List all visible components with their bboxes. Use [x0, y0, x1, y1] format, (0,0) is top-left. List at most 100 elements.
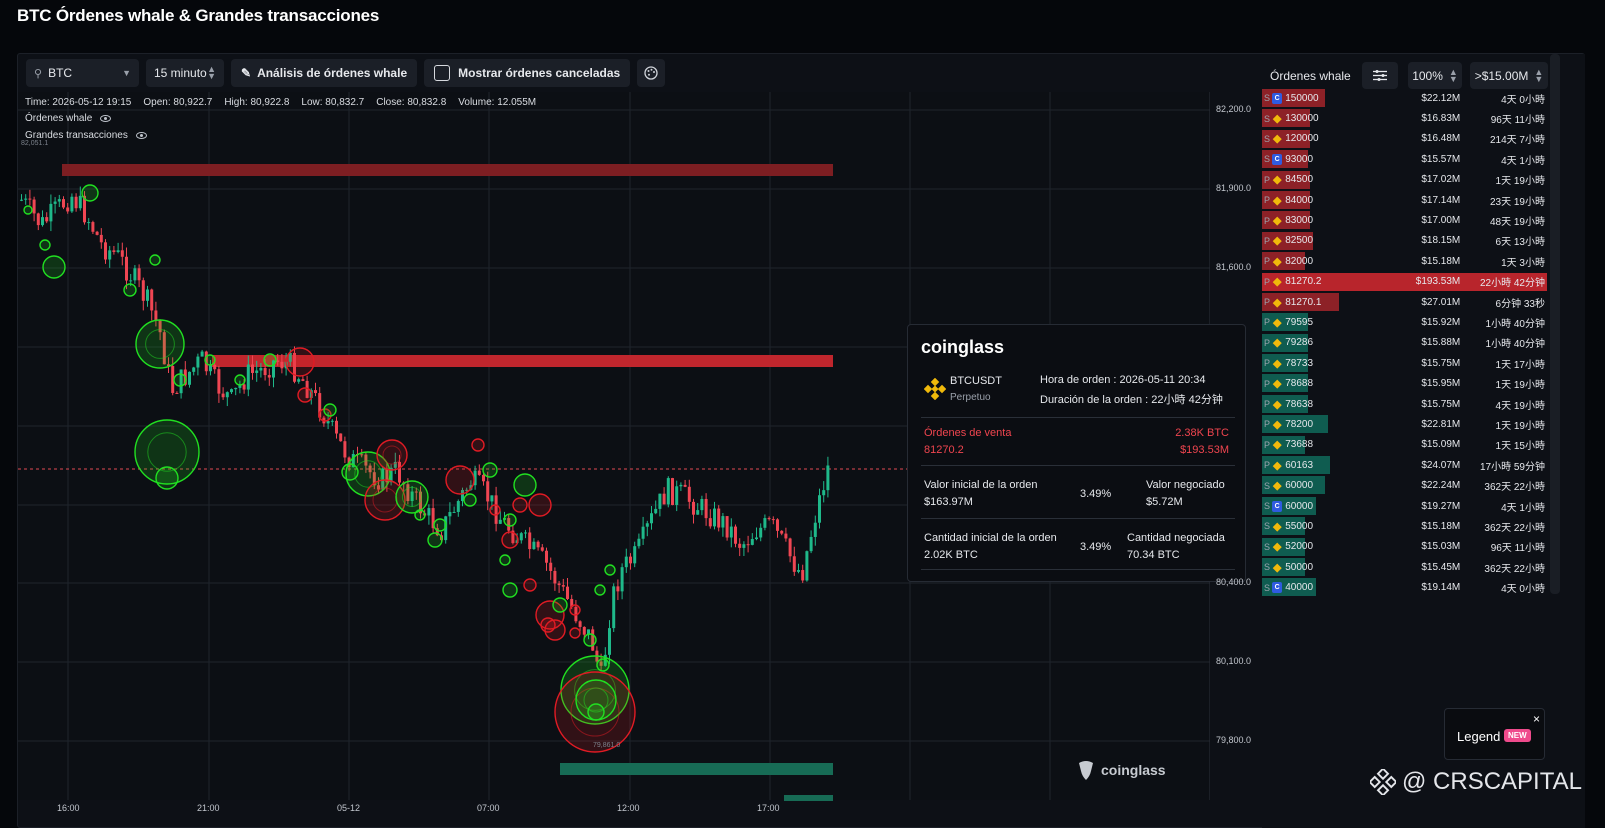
- order-row[interactable]: P ◆ 78733 $15.75M 1天 17小時: [1262, 353, 1547, 373]
- candle-body: [242, 384, 246, 390]
- candle-body: [822, 490, 826, 496]
- candle-body: [456, 501, 460, 512]
- order-value: $193.53M: [1415, 276, 1461, 288]
- order-row[interactable]: P ◆ 78638 $15.75M 4天 19小時: [1262, 394, 1547, 414]
- crscapital-watermark: @ CRSCAPITAL: [1370, 768, 1582, 796]
- order-row[interactable]: S ◆ 50000 $15.45M 362天 22小時: [1262, 557, 1547, 577]
- order-row[interactable]: S ◆ 60000 $22.24M 362天 22小時: [1262, 475, 1547, 495]
- candle-body: [809, 536, 813, 552]
- order-side: P: [1264, 399, 1271, 410]
- filter-button[interactable]: [1362, 62, 1398, 89]
- order-price: 84500: [1285, 174, 1314, 186]
- panel-scrollbar[interactable]: [1550, 54, 1560, 594]
- order-side: P: [1264, 235, 1271, 246]
- traded-value-label: Valor negociado: [1146, 479, 1225, 491]
- order-row[interactable]: P ◆ 81270.2 $193.53M 22小時 42分钟: [1262, 272, 1547, 292]
- order-value: $15.09M: [1421, 439, 1461, 451]
- order-row[interactable]: P ◆ 79595 $15.92M 1小時 40分钟: [1262, 312, 1547, 332]
- order-row[interactable]: S ◆ 130000 $16.83M 96天 11小時: [1262, 108, 1547, 128]
- order-price: 84000: [1285, 194, 1314, 206]
- binance-icon: ◆: [1272, 398, 1282, 411]
- initial-qty: 2.02K BTC: [924, 549, 978, 561]
- candle-body: [326, 421, 330, 424]
- order-row[interactable]: P ◆ 84000 $17.14M 23天 19小時: [1262, 190, 1547, 210]
- time-tick-label: 05-12: [337, 803, 361, 813]
- order-row[interactable]: P ◆ 60163 $24.07M 17小時 59分钟: [1262, 455, 1547, 475]
- order-tooltip: coinglass BTCUSDT Perpetuo Hora de orden…: [907, 324, 1246, 582]
- legend-popup[interactable]: Legend NEW ×: [1444, 708, 1545, 760]
- order-value: $15.45M: [1421, 561, 1461, 573]
- order-row[interactable]: P ◆ 82500 $18.15M 6天 13小時: [1262, 231, 1547, 251]
- tooltip-brand: coinglass: [921, 337, 1005, 357]
- order-row[interactable]: P ◆ 73688 $15.09M 1天 15小時: [1262, 435, 1547, 455]
- binance-icon: ◆: [1272, 296, 1282, 309]
- eye-icon[interactable]: [100, 115, 112, 122]
- candle-body: [339, 433, 343, 442]
- buy-trade-bubble: [173, 373, 187, 387]
- order-row[interactable]: P ◆ 81270.1 $27.01M 6分钟 33秒: [1262, 292, 1547, 312]
- sell-trade-bubble: [285, 347, 315, 377]
- order-row[interactable]: S C 150000 $22.12M 4天 0小時: [1262, 88, 1547, 108]
- percent-select[interactable]: 100% ▲ ▼: [1408, 62, 1462, 89]
- candle-body: [662, 493, 666, 505]
- order-side: S: [1264, 562, 1271, 573]
- panel-header: Órdenes whale 100% ▲ ▼ >$15.00M ▲ ▼: [1270, 62, 1548, 89]
- candle-body: [700, 498, 704, 511]
- candle-body: [448, 512, 452, 517]
- order-row[interactable]: S ◆ 55000 $15.18M 362天 22小時: [1262, 516, 1547, 536]
- order-duration: 4天 19小時: [1495, 400, 1545, 412]
- candle-body: [230, 389, 233, 393]
- order-row[interactable]: P ◆ 84500 $17.02M 1天 19小時: [1262, 170, 1547, 190]
- order-side: P: [1264, 439, 1271, 450]
- candle-body: [486, 481, 490, 502]
- binance-icon: ◆: [1272, 480, 1282, 493]
- order-row[interactable]: S C 40000 $19.14M 4天 0小時: [1262, 577, 1547, 597]
- candle-body: [788, 538, 792, 557]
- divider: [921, 417, 1235, 418]
- order-row[interactable]: S ◆ 52000 $15.03M 96天 11小時: [1262, 537, 1547, 557]
- order-row[interactable]: P ◆ 78200 $22.81M 1天 19小時: [1262, 414, 1547, 434]
- order-side: S: [1264, 582, 1271, 593]
- order-price: 40000: [1285, 582, 1314, 594]
- order-row[interactable]: P ◆ 83000 $17.00M 48天 19小時: [1262, 210, 1547, 230]
- sell-trade-bubble: [523, 578, 537, 592]
- order-duration: 214天 7小時: [1489, 135, 1545, 147]
- order-side: S: [1264, 521, 1271, 532]
- candle-body: [729, 526, 733, 538]
- order-duration: 1小時 40分钟: [1485, 318, 1545, 330]
- order-row[interactable]: P ◆ 78688 $15.95M 1天 19小時: [1262, 373, 1547, 393]
- buy-trade-bubble: [502, 582, 518, 598]
- candle-body: [696, 510, 700, 515]
- threshold-select[interactable]: >$15.00M ▲ ▼: [1470, 62, 1548, 89]
- order-row[interactable]: S C 60000 $19.27M 4天 1小時: [1262, 496, 1547, 516]
- order-duration: 362天 22小時: [1484, 482, 1545, 494]
- order-row[interactable]: P ◆ 79286 $15.88M 1小時 40分钟: [1262, 333, 1547, 353]
- candle-body: [267, 375, 271, 378]
- candle-body: [641, 526, 645, 539]
- order-price: 79286: [1285, 337, 1314, 349]
- binance-logo-icon: [1370, 769, 1396, 795]
- candle-body: [217, 369, 221, 394]
- buy-trade-bubble: [503, 513, 517, 527]
- candle-body: [146, 289, 149, 301]
- candle-body: [784, 533, 788, 539]
- candle-body: [45, 217, 49, 222]
- close-icon[interactable]: ×: [1533, 712, 1540, 726]
- candle-body: [675, 486, 679, 505]
- tooltip-contract: Perpetuo: [950, 392, 991, 403]
- order-price: 52000: [1285, 541, 1314, 553]
- order-row[interactable]: S ◆ 120000 $16.48M 214天 7小時: [1262, 129, 1547, 149]
- candle-body: [24, 198, 28, 200]
- buy-trade-bubble: [414, 509, 426, 521]
- order-row[interactable]: P ◆ 82000 $15.18M 1天 3小時: [1262, 251, 1547, 271]
- price-tick-label: 81,300.0: [1216, 341, 1251, 351]
- indicator-whale-orders[interactable]: Órdenes whale: [25, 113, 112, 124]
- order-side: S: [1264, 154, 1271, 165]
- order-duration: 1天 19小時: [1495, 176, 1545, 188]
- initial-qty-pct: 3.49%: [1080, 541, 1112, 553]
- order-row[interactable]: S C 93000 $15.57M 4天 1小時: [1262, 149, 1547, 169]
- binance-icon: ◆: [1272, 255, 1282, 268]
- sell-trade-bubble: [489, 504, 501, 516]
- order-duration: 1小時 40分钟: [1485, 339, 1545, 351]
- eye-icon[interactable]: [135, 132, 147, 139]
